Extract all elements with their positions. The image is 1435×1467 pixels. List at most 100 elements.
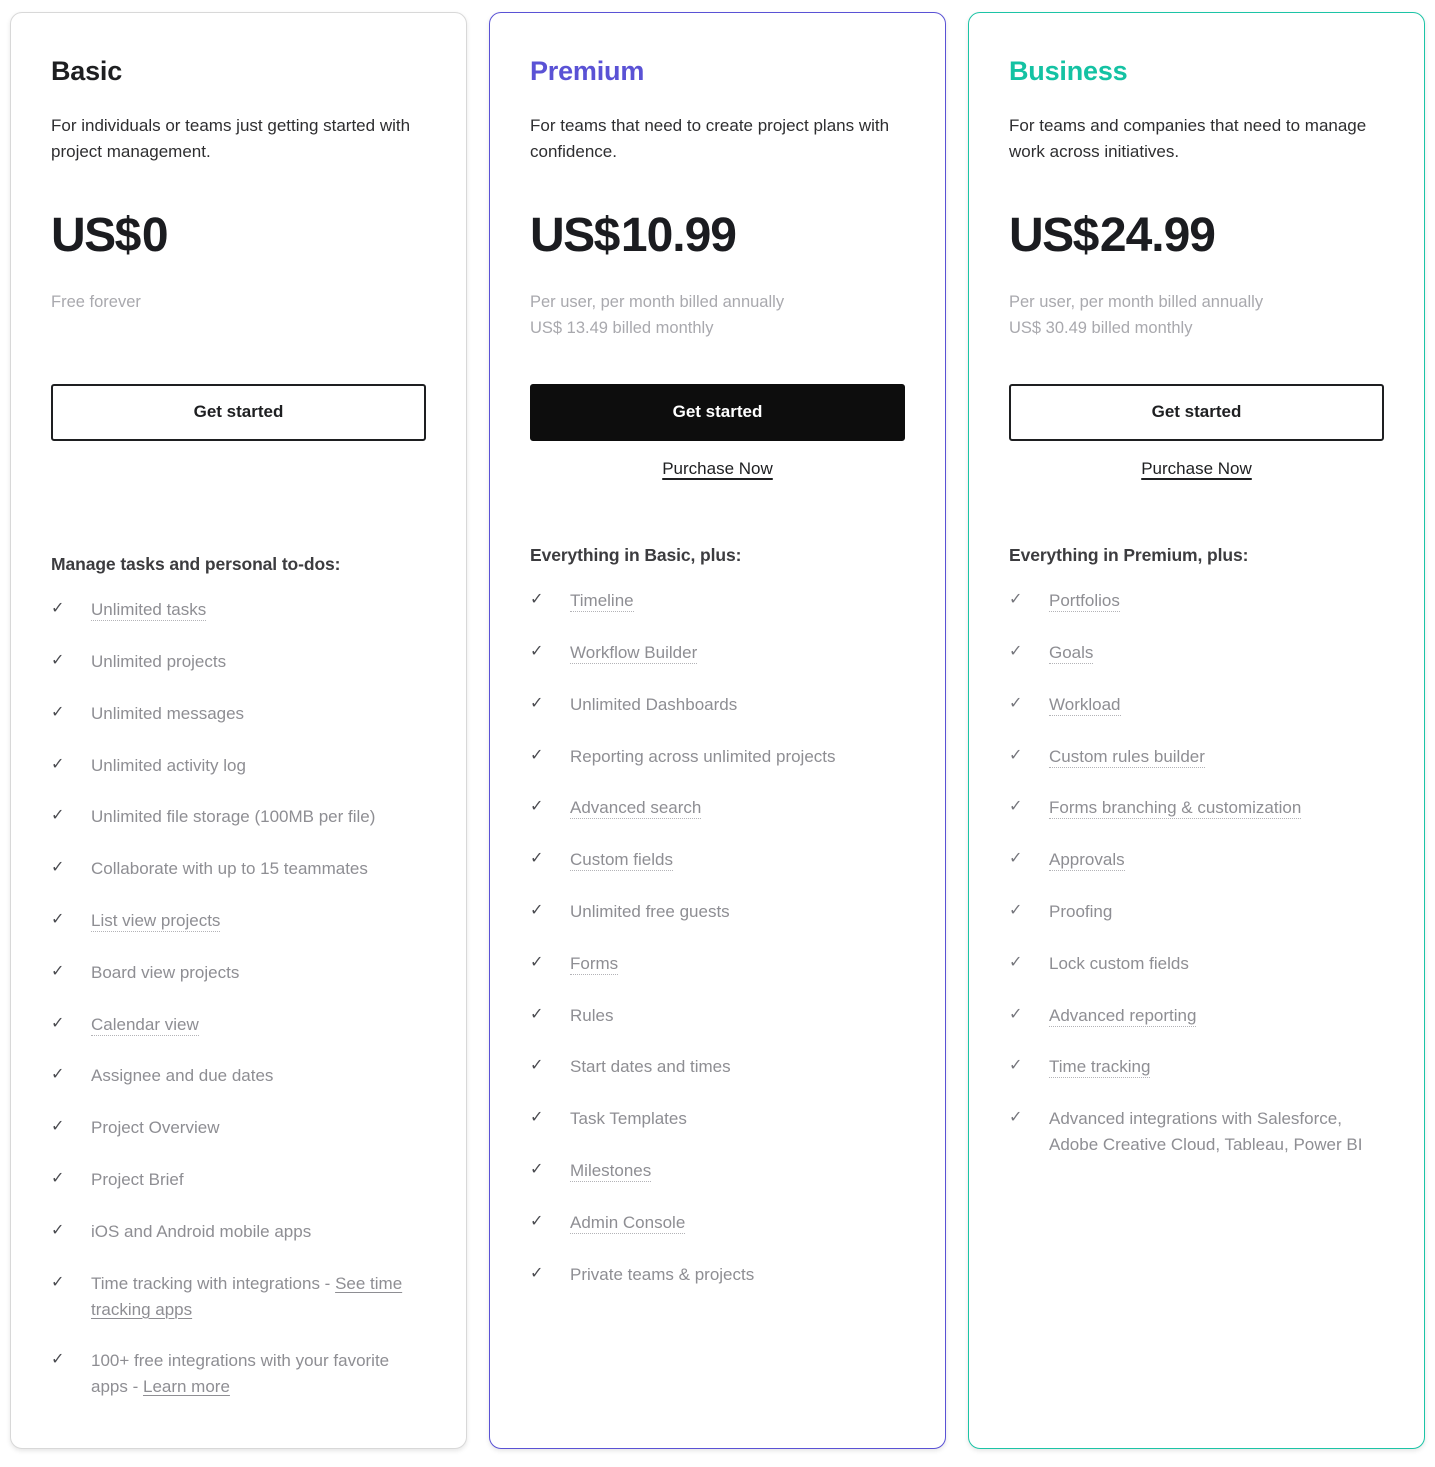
feature-tooltip-term[interactable]: Time tracking xyxy=(1049,1057,1151,1079)
feature-label[interactable]: Admin Console xyxy=(570,1210,905,1236)
feature-label[interactable]: Workflow Builder xyxy=(570,640,905,666)
features-list: ✓ Unlimited tasks ✓ Unlimited projects ✓ Unli… xyxy=(51,597,426,1426)
check-icon: ✓ xyxy=(530,1212,544,1230)
feature-label[interactable]: Advanced reporting xyxy=(1049,1003,1384,1029)
check-icon: ✓ xyxy=(51,1221,65,1239)
check-icon: ✓ xyxy=(530,1161,544,1179)
feature-tooltip-term[interactable]: Custom fields xyxy=(570,850,673,872)
feature-label[interactable]: Forms branching & customization xyxy=(1049,795,1384,821)
feature-label[interactable]: Time tracking with integrations - See ti… xyxy=(91,1271,426,1323)
feature-label[interactable]: Goals xyxy=(1049,640,1384,666)
plan-tagline: For teams that need to create project pl… xyxy=(530,115,890,161)
feature-label[interactable]: Custom fields xyxy=(570,847,905,873)
feature-tooltip-term[interactable]: Milestones xyxy=(570,1161,652,1183)
feature-item: ✓ Private teams & projects xyxy=(530,1262,905,1288)
check-icon: ✓ xyxy=(530,1057,544,1075)
check-icon: ✓ xyxy=(1009,1057,1023,1075)
feature-item: ✓ Rules xyxy=(530,1003,905,1029)
features-heading: Manage tasks and personal to-dos: xyxy=(51,554,341,575)
feature-tooltip-term[interactable]: Admin Console xyxy=(570,1212,686,1234)
feature-tooltip-term[interactable]: List view projects xyxy=(91,911,221,932)
feature-inline-link[interactable]: Learn more xyxy=(143,1377,230,1396)
feature-item: ✓ Workload xyxy=(1009,692,1384,718)
feature-label[interactable]: Calendar view xyxy=(91,1012,426,1038)
feature-tooltip-term[interactable]: Advanced search xyxy=(570,798,702,820)
feature-item: ✓ Time tracking xyxy=(1009,1054,1384,1080)
purchase-now-link[interactable]: Purchase Now xyxy=(530,459,905,479)
feature-tooltip-term[interactable]: Timeline xyxy=(570,591,634,613)
feature-item: ✓ Unlimited file storage (100MB per file) xyxy=(51,804,426,830)
feature-label: Assignee and due dates xyxy=(91,1066,274,1086)
price-amount: 10.99 xyxy=(620,209,737,263)
plan-name: Basic xyxy=(51,56,123,86)
feature-item: ✓ Portfolios xyxy=(1009,588,1384,614)
feature-label: Proofing xyxy=(1049,902,1113,921)
feature-label[interactable]: Advanced search xyxy=(570,795,905,821)
feature-item: ✓ Advanced reporting xyxy=(1009,1003,1384,1029)
feature-label: Task Templates xyxy=(570,1109,687,1129)
purchase-now-link[interactable]: Purchase Now xyxy=(1009,459,1384,479)
feature-label: Unlimited file storage (100MB per file) xyxy=(91,807,376,827)
feature-label[interactable]: Unlimited tasks xyxy=(91,597,426,623)
feature-label[interactable]: Time tracking xyxy=(1049,1054,1384,1080)
check-icon: ✓ xyxy=(1009,953,1023,971)
feature-item: ✓ Time tracking with integrations - See t… xyxy=(51,1271,426,1323)
check-icon: ✓ xyxy=(530,953,544,971)
check-icon: ✓ xyxy=(1009,1109,1023,1127)
feature-item: ✓ Advanced integrations with Salesforce, … xyxy=(1009,1106,1384,1158)
features-heading: Everything in Basic, plus: xyxy=(530,545,742,566)
feature-item: ✓ Board view projects xyxy=(51,960,426,986)
feature-label[interactable]: Approvals xyxy=(1049,847,1384,873)
plan-price: US$10.99 xyxy=(530,212,905,260)
check-icon: ✓ xyxy=(51,807,65,825)
feature-label[interactable]: List view projects xyxy=(91,908,426,934)
get-started-button[interactable]: Get started xyxy=(530,384,905,442)
plan-price: US$0 xyxy=(51,212,426,260)
feature-label: Lock custom fields xyxy=(1049,953,1189,973)
feature-tooltip-term[interactable]: Forms branching & customization xyxy=(1049,798,1302,820)
cta-group: Get started Purchase Now xyxy=(530,384,905,479)
feature-tooltip-term[interactable]: Goals xyxy=(1049,642,1094,664)
check-icon: ✓ xyxy=(1009,798,1023,816)
plan-price: US$24.99 xyxy=(1009,212,1384,260)
feature-label[interactable]: Milestones xyxy=(570,1158,905,1184)
feature-label[interactable]: Workload xyxy=(1049,692,1384,718)
feature-tooltip-term[interactable]: Workflow Builder xyxy=(570,642,698,664)
feature-tooltip-term[interactable]: Forms xyxy=(570,953,619,975)
check-icon: ✓ xyxy=(530,694,544,712)
check-icon: ✓ xyxy=(530,1109,544,1127)
feature-tooltip-term[interactable]: Advanced reporting xyxy=(1049,1005,1197,1027)
feature-tooltip-term[interactable]: Approvals xyxy=(1049,850,1125,872)
feature-item: ✓ Custom fields xyxy=(530,847,905,873)
get-started-button[interactable]: Get started xyxy=(1009,384,1384,442)
features-heading: Everything in Premium, plus: xyxy=(1009,545,1249,566)
feature-label: Project Brief xyxy=(91,1170,184,1190)
price-currency: US$ xyxy=(530,209,620,263)
features-list: ✓ Portfolios ✓ Goals ✓ Workload ✓ Custom rules … xyxy=(1009,588,1384,1184)
billing-line: Free forever xyxy=(51,293,141,312)
feature-label[interactable]: Forms xyxy=(570,951,905,977)
feature-tooltip-term[interactable]: Custom rules builder xyxy=(1049,746,1205,768)
feature-label[interactable]: Timeline xyxy=(570,588,905,614)
check-icon: ✓ xyxy=(530,642,544,660)
check-icon: ✓ xyxy=(1009,850,1023,868)
feature-item: ✓ Approvals xyxy=(1009,847,1384,873)
pricing-plans-container: Basic For individuals or teams just getti… xyxy=(0,0,1435,1467)
plan-name: Premium xyxy=(530,56,645,86)
feature-tooltip-term[interactable]: Portfolios xyxy=(1049,591,1120,613)
feature-label[interactable]: Portfolios xyxy=(1049,588,1384,614)
feature-item: ✓ Unlimited tasks xyxy=(51,597,426,623)
billing-line: Per user, per month billed annually xyxy=(1009,293,1264,312)
feature-label[interactable]: Custom rules builder xyxy=(1049,744,1384,770)
feature-tooltip-term[interactable]: Calendar view xyxy=(91,1014,199,1036)
check-icon: ✓ xyxy=(530,850,544,868)
feature-item: ✓ Workflow Builder xyxy=(530,640,905,666)
get-started-button[interactable]: Get started xyxy=(51,384,426,442)
feature-label: Unlimited Dashboards xyxy=(570,694,738,714)
feature-label: Board view projects xyxy=(91,962,240,982)
feature-label[interactable]: 100+ free integrations with your favorit… xyxy=(91,1348,426,1400)
feature-tooltip-term[interactable]: Workload xyxy=(1049,694,1121,716)
feature-tooltip-term[interactable]: Unlimited tasks xyxy=(91,600,207,622)
check-icon: ✓ xyxy=(51,962,65,980)
check-icon: ✓ xyxy=(530,1264,544,1282)
